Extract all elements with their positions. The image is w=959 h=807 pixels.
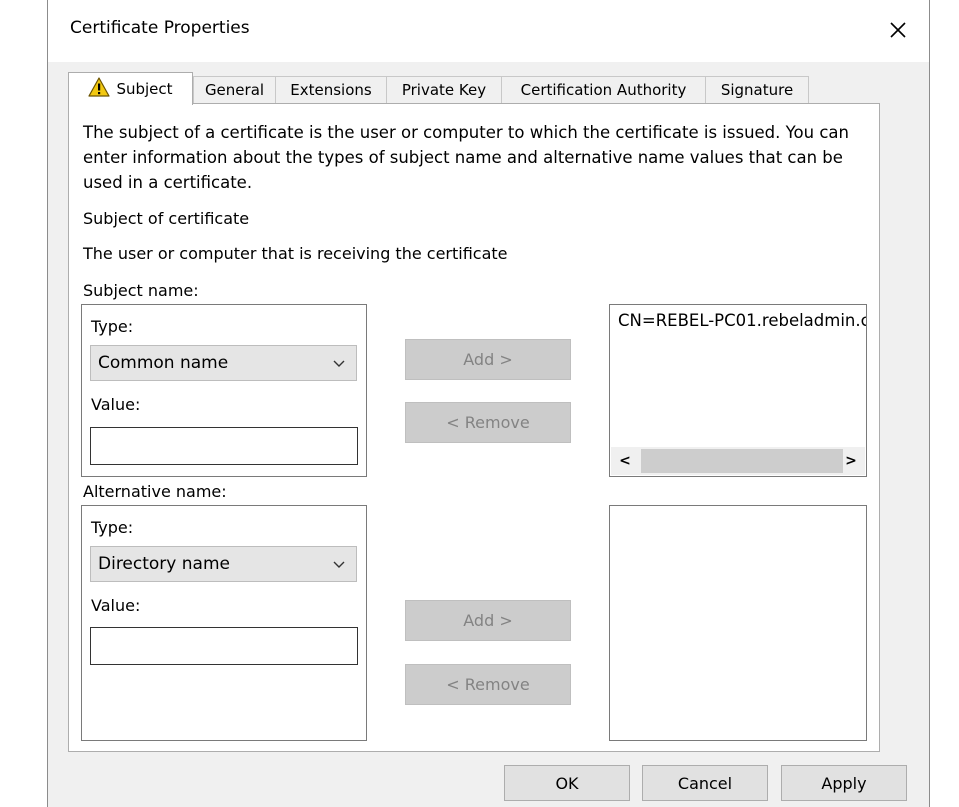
alternative-type-label: Type:: [91, 518, 134, 537]
section-subtitle: The user or computer that is receiving t…: [83, 244, 508, 263]
subject-name-label: Subject name:: [83, 281, 199, 300]
certificate-properties-dialog: Certificate Properties Subject General E…: [48, 0, 929, 807]
subject-type-dropdown[interactable]: Common name: [90, 345, 357, 381]
subject-value-label: Value:: [91, 395, 141, 414]
alternative-add-button[interactable]: Add >: [405, 600, 571, 641]
warning-icon: [88, 77, 111, 101]
tab-general[interactable]: General: [193, 76, 276, 103]
alternative-value-label: Value:: [91, 596, 141, 615]
tab-label: Signature: [720, 81, 794, 99]
window-border-right: [929, 0, 930, 807]
subject-name-group: Type: Common name Value:: [81, 304, 367, 477]
tab-label: Extensions: [290, 81, 372, 99]
subject-type-label: Type:: [91, 317, 134, 336]
subject-type-value: Common name: [98, 353, 229, 373]
chevron-down-icon: [333, 360, 345, 367]
section-title: Subject of certificate: [83, 209, 250, 228]
alternative-name-label: Alternative name:: [83, 482, 227, 501]
list-item[interactable]: CN=REBEL-PC01.rebeladmin.c: [618, 311, 866, 330]
tab-private-key[interactable]: Private Key: [386, 76, 502, 103]
tab-label: Certification Authority: [520, 81, 687, 99]
ok-button[interactable]: OK: [504, 765, 630, 801]
title-bar: Certificate Properties: [48, 0, 929, 62]
subject-add-button[interactable]: Add >: [405, 339, 571, 380]
scroll-left-icon[interactable]: <: [611, 447, 639, 475]
subject-value-input[interactable]: [90, 427, 358, 465]
tab-extensions[interactable]: Extensions: [275, 76, 387, 103]
alternative-value-input[interactable]: [90, 627, 358, 665]
tab-signature[interactable]: Signature: [705, 76, 809, 103]
subject-tab-panel: The subject of a certificate is the user…: [68, 103, 880, 752]
tab-label: Private Key: [401, 81, 487, 99]
scroll-thumb[interactable]: [641, 449, 843, 473]
apply-button[interactable]: Apply: [781, 765, 907, 801]
tab-label: General: [204, 81, 265, 99]
dialog-title: Certificate Properties: [70, 18, 250, 38]
subject-remove-button[interactable]: < Remove: [405, 402, 571, 443]
cancel-button[interactable]: Cancel: [642, 765, 768, 801]
tab-label: Subject: [116, 80, 173, 98]
subject-name-list[interactable]: CN=REBEL-PC01.rebeladmin.c < >: [609, 304, 867, 477]
alternative-type-dropdown[interactable]: Directory name: [90, 546, 357, 582]
scroll-right-icon[interactable]: >: [837, 447, 865, 475]
alternative-name-list[interactable]: [609, 505, 867, 741]
alternative-name-group: Type: Directory name Value:: [81, 505, 367, 741]
tab-subject[interactable]: Subject: [68, 72, 193, 105]
close-icon: [890, 22, 906, 38]
tab-description: The subject of a certificate is the user…: [83, 123, 849, 192]
tab-certification-authority[interactable]: Certification Authority: [501, 76, 706, 103]
chevron-down-icon: [333, 561, 345, 568]
alternative-remove-button[interactable]: < Remove: [405, 664, 571, 705]
alternative-type-value: Directory name: [98, 554, 230, 574]
close-button[interactable]: [876, 10, 920, 50]
horizontal-scrollbar[interactable]: < >: [611, 447, 865, 475]
